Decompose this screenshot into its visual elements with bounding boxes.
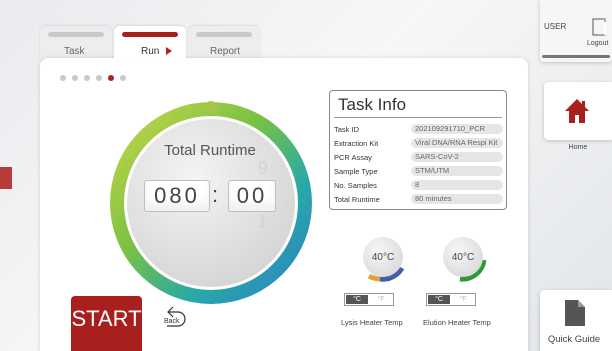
task-info-key: No. Samples — [334, 181, 377, 190]
task-info-value: Viral DNA/RNA Respi Kit — [411, 138, 503, 148]
elution-unit-toggle[interactable]: °C °F — [426, 293, 476, 306]
task-info-key: PCR Assay — [334, 153, 372, 162]
task-info-key: Task ID — [334, 125, 360, 134]
tab-run-indicator — [122, 32, 178, 37]
progress-dot — [84, 75, 90, 81]
task-info-key: Extraction Kit — [334, 139, 379, 148]
progress-dot — [60, 75, 66, 81]
timer-separator: : — [212, 182, 219, 207]
elution-heater-label: Elution Heater Temp — [423, 318, 491, 327]
timer-minutes[interactable]: 080 — [144, 180, 210, 212]
timer-ghost-digit: 1 — [258, 212, 269, 232]
celsius-option[interactable]: °C — [346, 295, 368, 304]
task-info-row: Sample Type STM/UTM — [334, 166, 504, 177]
play-icon — [166, 47, 172, 55]
task-info-row: PCR Assay SARS-CoV-2 — [334, 152, 504, 163]
task-info-key: Sample Type — [334, 167, 378, 176]
user-panel[interactable]: USER Logout — [540, 0, 612, 62]
task-info-row: Task ID 202109291710_PCR — [334, 124, 504, 135]
back-arrow-icon — [167, 306, 186, 327]
tab-task-indicator — [48, 32, 104, 37]
task-info-row: No. Samples 8 — [334, 180, 504, 191]
tab-task-label: Task — [64, 46, 85, 57]
progress-dot — [120, 75, 126, 81]
progress-dot-current — [108, 75, 114, 81]
task-info-key: Total Runtime — [334, 195, 380, 204]
runtime-gauge — [110, 101, 312, 304]
gauge-knob — [205, 101, 217, 113]
tab-report-label: Report — [210, 46, 241, 57]
tab-task[interactable]: Task — [40, 26, 112, 60]
edge-marker — [0, 167, 12, 189]
logout-icon[interactable] — [592, 18, 606, 36]
task-info-title: Task Info — [338, 95, 407, 114]
task-info-row: Extraction Kit Viral DNA/RNA Respi Kit — [334, 138, 504, 149]
fahrenheit-option[interactable]: °F — [370, 295, 392, 304]
home-button[interactable] — [544, 82, 612, 140]
task-info-row: Total Runtime 80 minutes — [334, 194, 504, 205]
home-label: Home — [568, 144, 588, 151]
timer-ghost-digit: 9 — [258, 158, 269, 178]
user-label: USER — [544, 22, 567, 31]
user-panel-bar — [542, 55, 610, 58]
lysis-heater-label: Lysis Heater Temp — [341, 318, 403, 327]
document-icon — [565, 300, 585, 326]
task-info-value: 8 — [411, 180, 503, 190]
task-info-divider — [334, 117, 502, 118]
logout-label[interactable]: Logout — [587, 40, 608, 47]
quick-guide-label: Quick Guide — [547, 334, 601, 345]
celsius-option[interactable]: °C — [428, 295, 450, 304]
tab-report-indicator — [196, 32, 252, 37]
tab-run-label: Run — [141, 46, 160, 57]
progress-dot — [96, 75, 102, 81]
task-info-value: STM/UTM — [411, 166, 503, 176]
task-info-value: 80 minutes — [411, 194, 503, 204]
timer-title: Total Runtime — [164, 142, 256, 159]
lysis-unit-toggle[interactable]: °C °F — [344, 293, 394, 306]
lysis-heater-temp: 40°C — [371, 252, 395, 263]
task-info-panel: Task Info Task ID 202109291710_PCR Extra… — [329, 90, 507, 210]
task-info-value: SARS-CoV-2 — [411, 152, 503, 162]
back-button[interactable]: Back — [161, 305, 187, 329]
tab-report[interactable]: Report — [188, 26, 260, 60]
progress-dot — [72, 75, 78, 81]
timer-seconds[interactable]: 00 — [228, 180, 276, 212]
tab-run[interactable]: Run — [114, 26, 186, 60]
task-info-value: 202109291710_PCR — [411, 124, 503, 134]
back-label: Back — [164, 318, 180, 325]
fahrenheit-option[interactable]: °F — [452, 295, 474, 304]
start-button[interactable]: START — [71, 296, 142, 351]
home-icon — [565, 99, 589, 123]
elution-heater-temp: 40°C — [451, 252, 475, 263]
